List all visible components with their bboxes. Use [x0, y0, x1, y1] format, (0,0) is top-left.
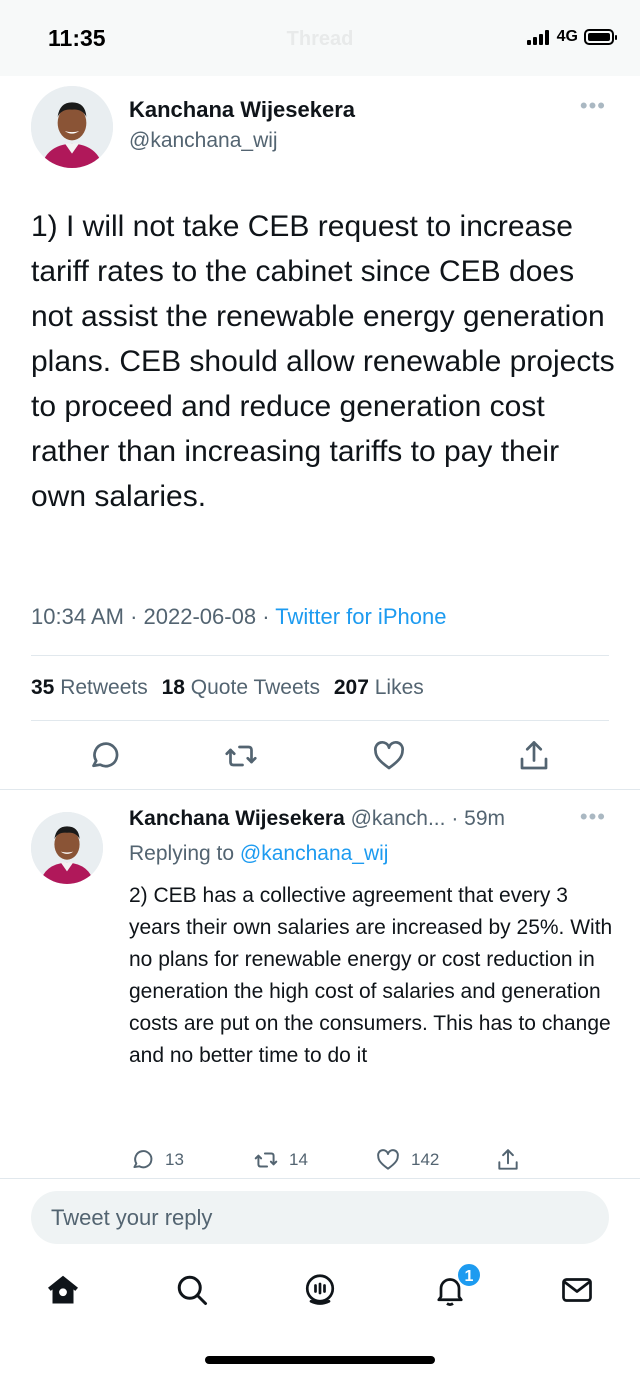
battery-fill — [588, 33, 610, 41]
reply-text: 2) CEB has a collective agreement that e… — [129, 884, 613, 1067]
reply-avatar[interactable] — [31, 812, 103, 884]
tweet-meta: 10:34 AM · 2022-06-08 · Twitter for iPho… — [31, 604, 446, 630]
status-bar: 11:35 Thread 4G — [0, 0, 640, 76]
reply-icon[interactable] — [86, 738, 122, 774]
reply-retweet-button[interactable]: 14 — [253, 1147, 308, 1173]
tweet-date: 2022-06-08 — [143, 604, 257, 629]
meta-separator: · — [262, 604, 270, 629]
like-icon — [377, 1149, 399, 1170]
spaces-icon[interactable] — [302, 1272, 338, 1308]
divider — [31, 655, 609, 656]
author-name[interactable]: Kanchana Wijesekera — [129, 97, 355, 123]
messages-icon[interactable] — [559, 1272, 595, 1308]
avatar-image — [31, 812, 103, 884]
composer-divider — [0, 1178, 640, 1179]
status-indicators: 4G — [526, 28, 617, 46]
battery-icon — [584, 29, 617, 45]
section-divider — [0, 789, 640, 790]
retweet-count: 14 — [289, 1150, 308, 1169]
network-label: 4G — [556, 28, 578, 45]
meta-separator: · — [130, 604, 138, 629]
replying-to-link[interactable]: @kanchana_wij — [240, 842, 389, 865]
search-icon[interactable] — [174, 1272, 210, 1308]
more-horizontal-icon[interactable]: ••• — [580, 806, 606, 828]
reply-action-bar: 13 14 142 — [129, 1147, 549, 1177]
reply-header: Kanchana Wijesekera @kanch... · 59m — [129, 807, 505, 831]
reply-reply-button[interactable]: 13 — [129, 1147, 184, 1173]
reply-count: 13 — [165, 1150, 184, 1169]
retweet-icon — [254, 1152, 278, 1168]
replying-to: Replying to @kanchana_wij — [129, 842, 388, 866]
reply-author-handle[interactable]: @kanch... — [351, 807, 446, 830]
reply-composer[interactable] — [31, 1191, 609, 1244]
share-icon — [498, 1149, 518, 1170]
retweet-icon[interactable] — [223, 738, 259, 774]
home-icon[interactable] — [45, 1272, 81, 1308]
retweets-stat[interactable]: 35 Retweets — [31, 676, 148, 699]
tab-bar: 1 — [0, 1262, 640, 1332]
replying-prefix: Replying to — [129, 842, 235, 865]
home-indicator[interactable] — [205, 1356, 435, 1364]
more-horizontal-icon[interactable]: ••• — [580, 95, 606, 117]
like-count: 142 — [411, 1150, 440, 1169]
likes-stat[interactable]: 207 Likes — [334, 676, 424, 699]
reply-share-button[interactable] — [495, 1147, 521, 1173]
reply-age: · 59m — [451, 807, 505, 830]
like-icon[interactable] — [371, 738, 407, 774]
avatar-image — [31, 86, 113, 168]
divider — [31, 720, 609, 721]
reply-like-button[interactable]: 142 — [375, 1147, 439, 1173]
author-handle[interactable]: @kanchana_wij — [129, 129, 278, 153]
reply-input[interactable] — [31, 1191, 609, 1244]
tweet-action-bar — [0, 738, 640, 782]
tweet-source-link[interactable]: Twitter for iPhone — [275, 604, 446, 629]
notifications-badge[interactable]: 1 — [456, 1262, 482, 1288]
avatar[interactable] — [31, 86, 113, 168]
tweet-time: 10:34 AM — [31, 604, 124, 629]
quote-tweets-stat[interactable]: 18 Quote Tweets — [162, 676, 320, 699]
reply-icon — [133, 1150, 153, 1169]
reply-author-name[interactable]: Kanchana Wijesekera — [129, 807, 345, 830]
tweet-text: 1) I will not take CEB request to increa… — [31, 210, 615, 513]
share-icon[interactable] — [516, 738, 552, 774]
tweet-stats: 35 Retweets 18 Quote Tweets 207 Likes — [31, 676, 424, 700]
signal-icon — [526, 29, 549, 45]
